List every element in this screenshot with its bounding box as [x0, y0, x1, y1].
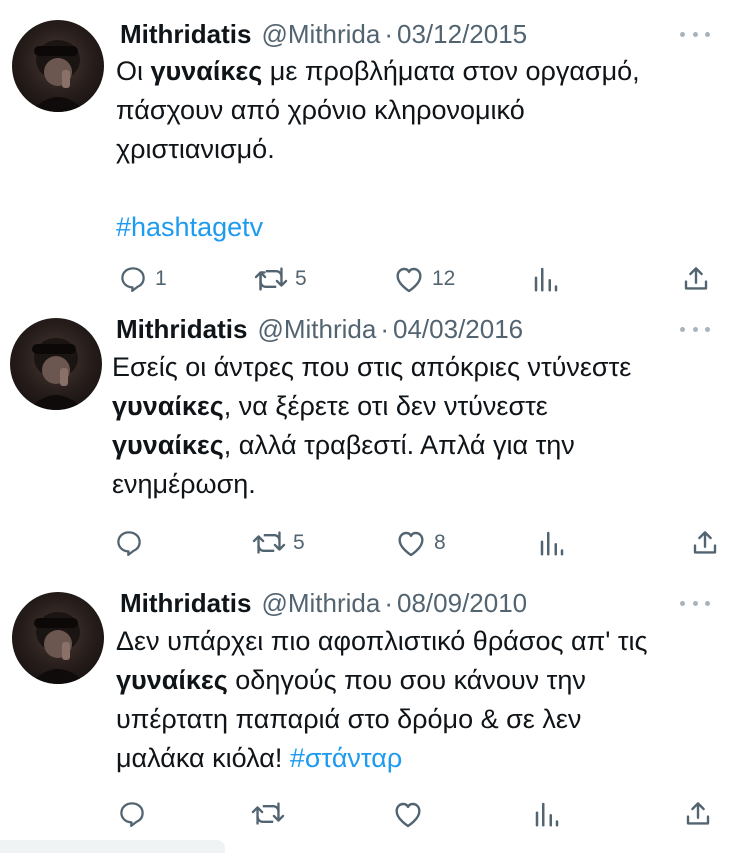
- avatar-image: [30, 40, 86, 112]
- display-name[interactable]: Mithridatis: [116, 314, 247, 345]
- views-button[interactable]: [533, 797, 561, 831]
- display-name[interactable]: Mithridatis: [120, 19, 251, 50]
- retweet-button[interactable]: [251, 797, 285, 831]
- tweet-text: Οι γυναίκες με προβλήματα στον οργασμό, π…: [116, 52, 726, 247]
- reply-count: 1: [155, 267, 167, 290]
- share-button[interactable]: [681, 262, 711, 296]
- tweet-text: Εσείς οι άντρες που στις απόκριες ντύνεσ…: [112, 348, 722, 504]
- hashtag-link[interactable]: #στάνταρ: [290, 743, 402, 773]
- retweet-count: 5: [293, 531, 305, 554]
- tweet-text-line: [116, 169, 726, 208]
- bold-text: γυναίκες: [112, 430, 224, 460]
- views-button[interactable]: [532, 262, 560, 296]
- more-icon[interactable]: [680, 324, 710, 334]
- share-icon: [683, 799, 713, 829]
- bold-text: γυναίκες: [116, 665, 228, 695]
- tweet-text-line: #hashtagetv: [116, 208, 726, 247]
- tweet-actions: 5 8: [0, 526, 746, 560]
- tweet-text-line: πάσχουν από χρόνιο κληρονομικό: [116, 91, 726, 130]
- tweet-text-line: Εσείς οι άντρες που στις απόκριες ντύνεσ…: [112, 348, 722, 387]
- like-count: 8: [434, 531, 446, 554]
- tweet-text-line: γυναίκες, να ξέρετε οτι δεν ντύνεστε: [112, 387, 722, 426]
- text-run: μαλάκα κιόλα!: [116, 743, 290, 773]
- tweet-date[interactable]: 03/12/2015: [397, 19, 527, 50]
- like-button[interactable]: 8: [395, 526, 446, 560]
- tweet-text-line: γυναίκες, αλλά τραβεστί. Απλά για την: [112, 426, 722, 465]
- views-button[interactable]: [538, 526, 566, 560]
- tweet-header: Mithridatis @Mithrida · 04/03/2016: [116, 312, 523, 346]
- tweet-header: Mithridatis @Mithrida · 03/12/2015: [120, 17, 527, 51]
- tweet-text: Δεν υπάρχει πιο αφοπλιστικό θράσος απ' τ…: [116, 622, 726, 778]
- text-run: χριστιανισμό.: [116, 134, 275, 164]
- hashtag-link[interactable]: #hashtagetv: [116, 212, 263, 242]
- reply-button[interactable]: 1: [118, 262, 167, 296]
- tweet-date[interactable]: 04/03/2016: [393, 314, 523, 345]
- user-handle[interactable]: @Mithrida: [261, 588, 380, 619]
- reply-icon: [114, 528, 144, 558]
- avatar-image: [30, 612, 86, 684]
- share-button[interactable]: [690, 526, 720, 560]
- text-run: υπέρτατη παπαριά στο δρόμο & σε λεν: [116, 704, 582, 734]
- heart-icon: [392, 799, 424, 829]
- tweet-text-line: ενημέρωση.: [112, 465, 722, 504]
- text-run: , να ξέρετε οτι δεν ντύνεστε: [223, 391, 548, 421]
- text-run: με προβλήματα στον οργασμό,: [262, 56, 640, 86]
- retweet-icon: [254, 264, 288, 294]
- reply-icon: [118, 264, 148, 294]
- tweet-header: Mithridatis @Mithrida · 08/09/2010: [120, 586, 527, 620]
- tweet-date[interactable]: 08/09/2010: [397, 588, 527, 619]
- text-run: Οι: [116, 56, 151, 86]
- retweet-button[interactable]: 5: [252, 526, 305, 560]
- avatar[interactable]: [10, 318, 102, 410]
- display-name[interactable]: Mithridatis: [120, 588, 251, 619]
- separator-dot: ·: [384, 587, 393, 618]
- retweet-button[interactable]: 5: [254, 262, 307, 296]
- views-icon: [533, 799, 561, 829]
- text-run: , αλλά τραβεστί. Απλά για την: [223, 430, 575, 460]
- separator-dot: ·: [380, 313, 389, 344]
- heart-icon: [395, 528, 427, 558]
- bold-text: γυναίκες: [112, 391, 224, 421]
- retweet-icon: [251, 799, 285, 829]
- tweet-text-line: υπέρτατη παπαριά στο δρόμο & σε λεν: [116, 700, 726, 739]
- text-run: Εσείς οι άντρες που στις απόκριες ντύνεσ…: [112, 352, 632, 382]
- user-handle[interactable]: @Mithrida: [257, 314, 376, 345]
- retweet-icon: [252, 528, 286, 558]
- views-icon: [532, 264, 560, 294]
- tweet-text-line: Δεν υπάρχει πιο αφοπλιστικό θράσος απ' τ…: [116, 622, 726, 661]
- avatar-image: [28, 338, 84, 410]
- tweet-actions: [0, 797, 746, 831]
- views-icon: [538, 528, 566, 558]
- like-button[interactable]: [392, 797, 424, 831]
- tweet-text-line: Οι γυναίκες με προβλήματα στον οργασμό,: [116, 52, 726, 91]
- heart-icon: [393, 264, 425, 294]
- share-button[interactable]: [683, 797, 713, 831]
- share-icon: [681, 264, 711, 294]
- text-run: ενημέρωση.: [112, 469, 256, 499]
- text-run: Δεν υπάρχει πιο αφοπλιστικό θράσος απ' τ…: [116, 626, 648, 656]
- separator-dot: ·: [384, 18, 393, 49]
- tweet-text-line: γυναίκες οδηγούς που σου κάνουν την: [116, 661, 726, 700]
- more-icon[interactable]: [680, 598, 710, 608]
- tweet-text-line: μαλάκα κιόλα! #στάνταρ: [116, 739, 726, 778]
- avatar[interactable]: [12, 20, 104, 112]
- reply-button[interactable]: [114, 526, 151, 560]
- text-run: πάσχουν από χρόνιο κληρονομικό: [116, 95, 525, 125]
- bold-text: γυναίκες: [150, 56, 263, 86]
- reply-icon: [117, 799, 147, 829]
- reply-button[interactable]: [117, 797, 147, 831]
- avatar[interactable]: [12, 592, 104, 684]
- like-count: 12: [432, 267, 456, 290]
- text-run: οδηγούς που σου κάνουν την: [227, 665, 586, 695]
- bottom-bar: [0, 840, 225, 853]
- like-button[interactable]: 12: [393, 262, 455, 296]
- share-icon: [690, 528, 720, 558]
- retweet-count: 5: [295, 267, 307, 290]
- tweet-actions: 1 5 12: [0, 262, 746, 296]
- tweet-text-line: χριστιανισμό.: [116, 130, 726, 169]
- more-icon[interactable]: [680, 29, 710, 39]
- user-handle[interactable]: @Mithrida: [261, 19, 380, 50]
